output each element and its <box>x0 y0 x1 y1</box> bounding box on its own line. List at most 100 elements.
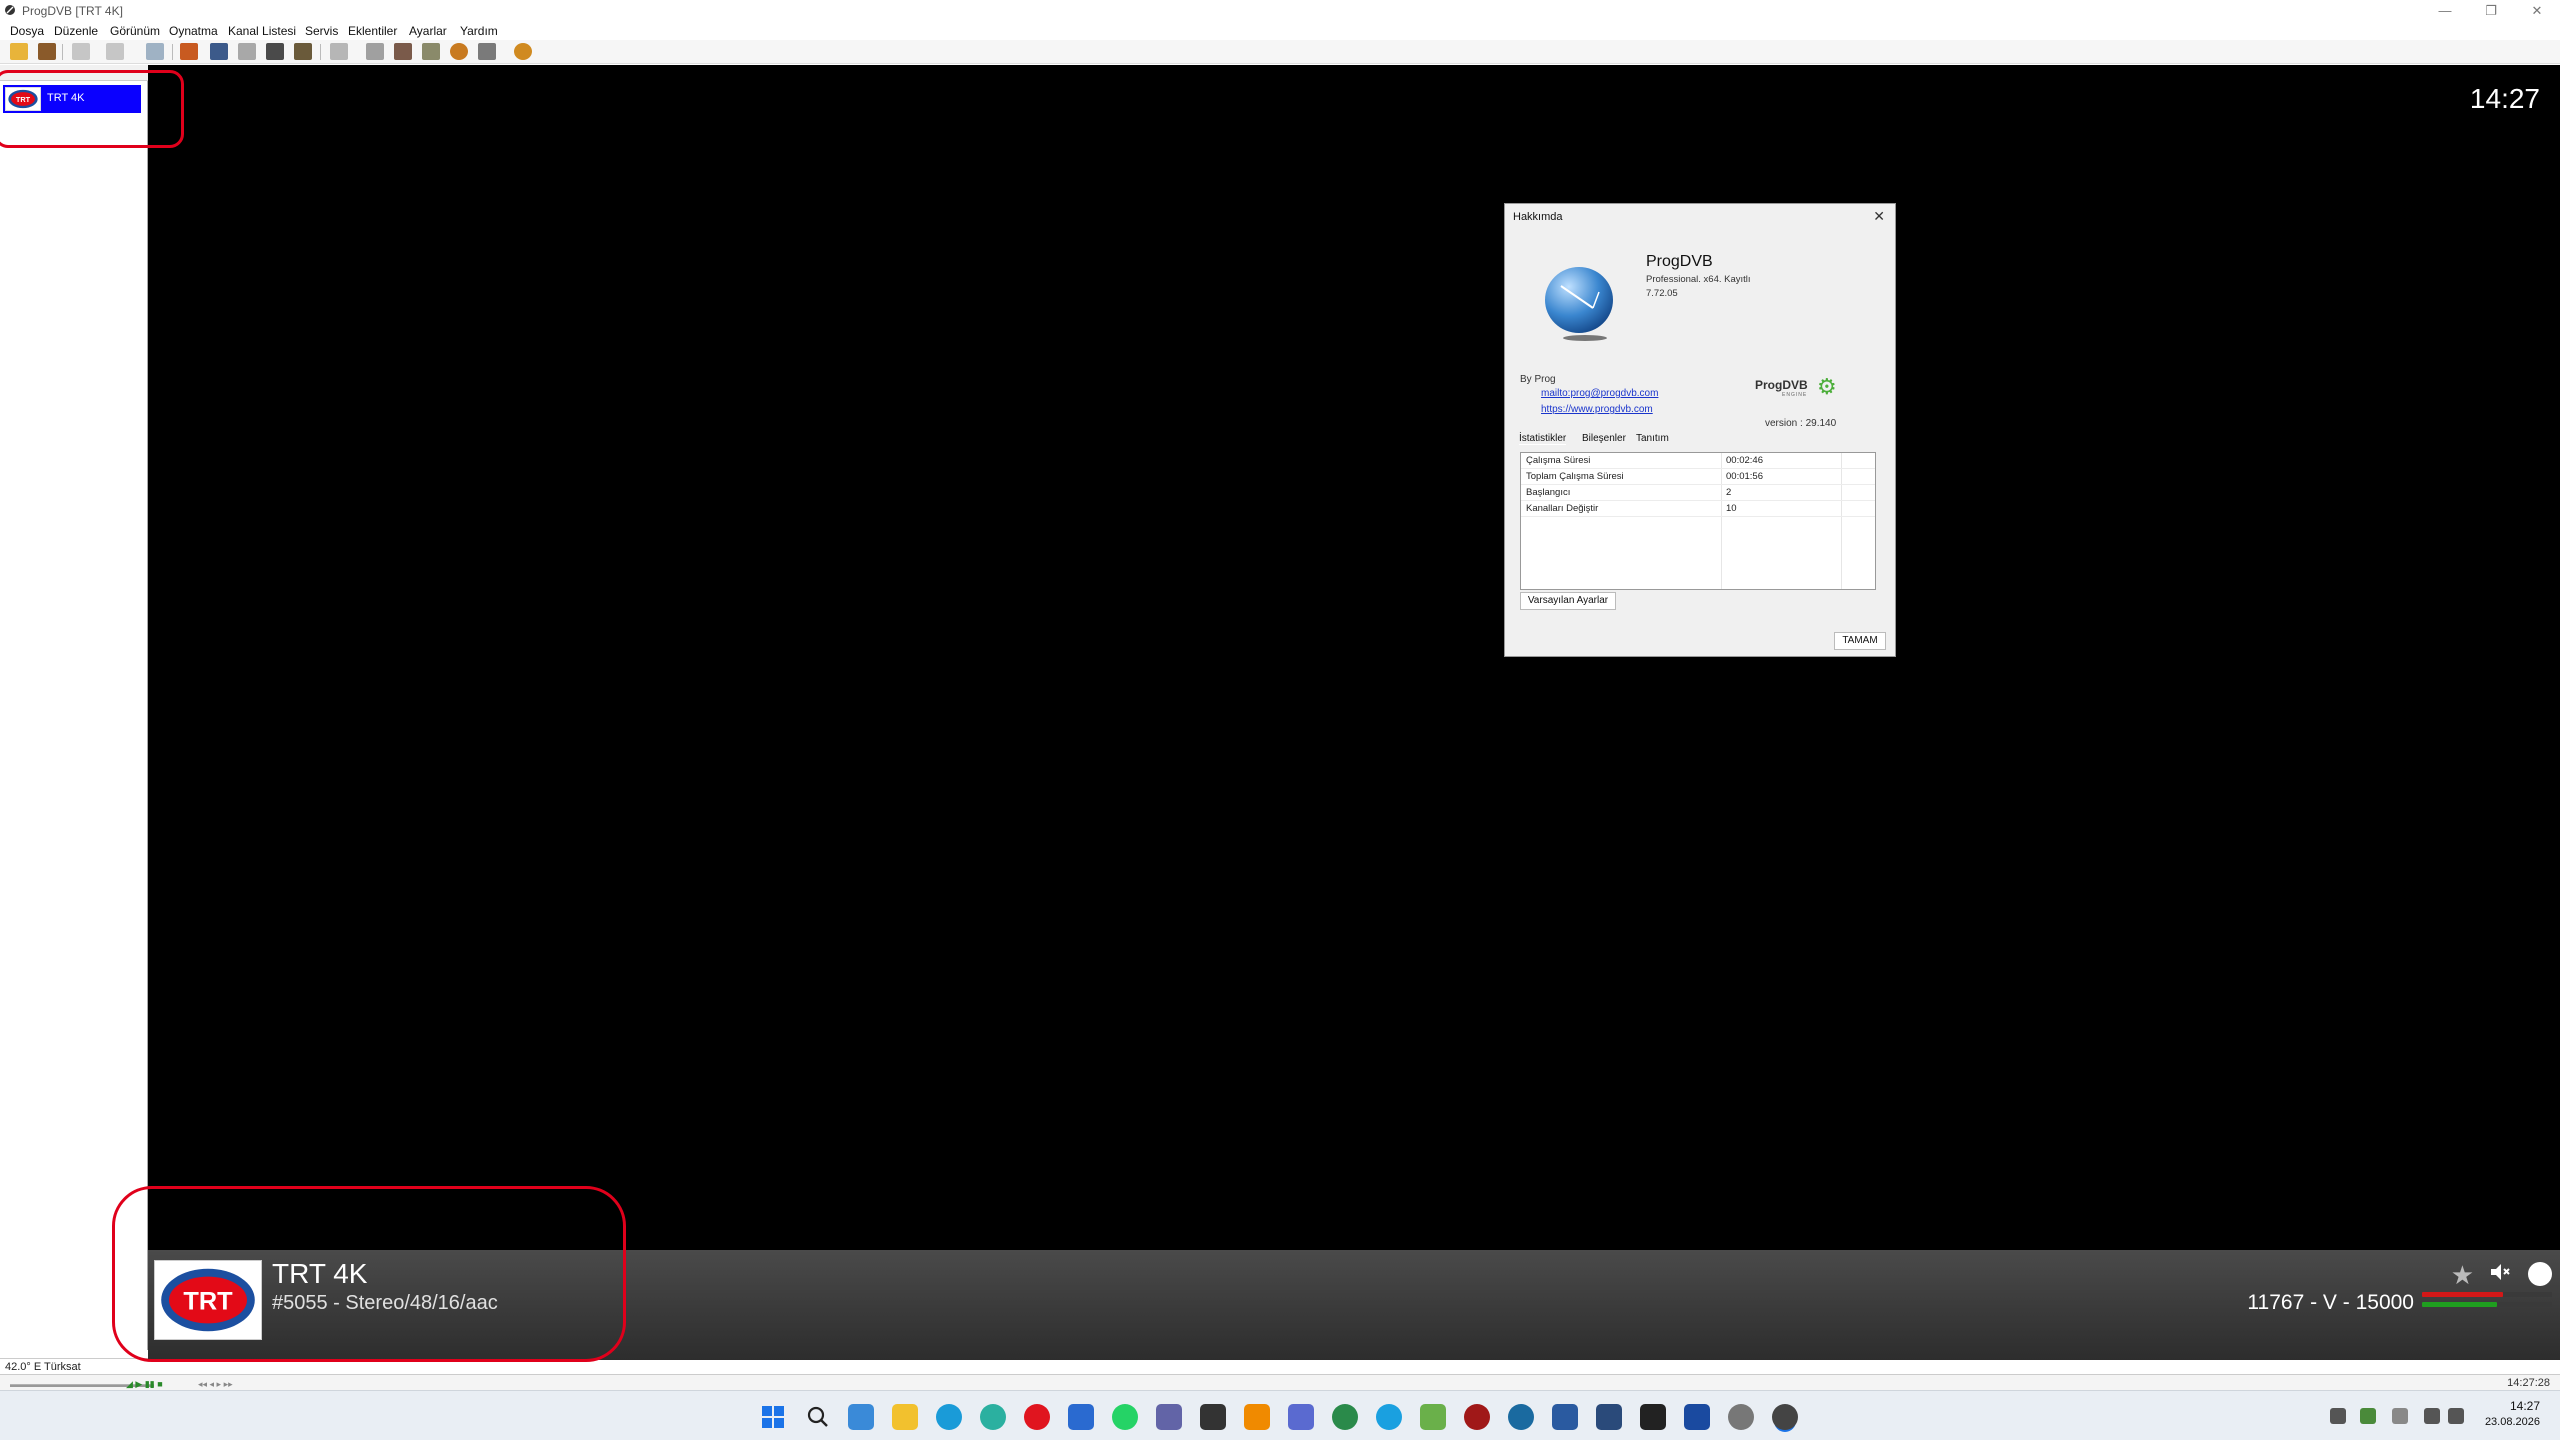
menu-oynatma[interactable]: Oynatma <box>169 24 218 38</box>
menu-duzenle[interactable]: Düzenle <box>54 24 98 38</box>
author-label: By Prog <box>1520 374 1556 385</box>
menu-dosya[interactable]: Dosya <box>10 24 44 38</box>
reset-defaults-button[interactable]: Varsayılan Ayarlar <box>1520 592 1616 610</box>
signal-level-meter <box>2422 1292 2552 1312</box>
app-icon[interactable] <box>1288 1404 1314 1430</box>
stat-key: Çalışma Süresi <box>1526 455 1591 466</box>
osd-frequency: 11767 - V - 15000 <box>2247 1291 2414 1314</box>
video-area[interactable]: 14:27 <box>148 65 2560 1355</box>
trt-logo-icon: TRT <box>5 87 41 111</box>
progdvb-app-icon <box>5 5 15 15</box>
menu-ayarlar[interactable]: Ayarlar <box>409 24 447 38</box>
engine-logo-name: ProgDVB <box>1755 378 1808 392</box>
menu-servis[interactable]: Servis <box>305 24 338 38</box>
tv-icon[interactable] <box>180 43 198 60</box>
toolbar-separator <box>172 44 173 60</box>
website-link[interactable]: https://www.progdvb.com <box>1541 404 1653 415</box>
app-star-icon[interactable] <box>1552 1404 1578 1430</box>
restore-button[interactable]: ❐ <box>2468 0 2514 22</box>
playback-controls-icon[interactable]: ◢ ▶ ▮▮ ■ <box>126 1379 163 1390</box>
browser-icon[interactable] <box>1376 1404 1402 1430</box>
statusbar-clock: 14:27:28 <box>2507 1377 2550 1389</box>
search-icon[interactable] <box>146 43 164 60</box>
disc-icon[interactable] <box>450 43 468 60</box>
screen-icon[interactable] <box>266 43 284 60</box>
minimize-button[interactable]: — <box>2422 0 2468 22</box>
store-icon[interactable] <box>1684 1404 1710 1430</box>
table-row: Başlangıcı 2 <box>1521 485 1875 501</box>
open-icon[interactable] <box>10 43 28 60</box>
system-date[interactable]: 23.08.2026 <box>2485 1416 2540 1428</box>
mail-icon[interactable] <box>1068 1404 1094 1430</box>
quality-bar <box>2422 1302 2498 1307</box>
favorite-star-icon[interactable]: ★ <box>2451 1260 2474 1291</box>
menu-kanal-listesi[interactable]: Kanal Listesi <box>228 24 296 38</box>
tab-bilesenler[interactable]: Bileşenler <box>1582 433 1626 444</box>
tray-usb-icon[interactable] <box>2392 1408 2408 1424</box>
stat-key: Başlangıcı <box>1526 487 1571 498</box>
engine-version: version : 29.140 <box>1765 418 1837 429</box>
scan-icon[interactable] <box>422 43 440 60</box>
clapper-icon[interactable] <box>1200 1404 1226 1430</box>
windows-start-icon[interactable] <box>760 1404 786 1430</box>
status-bar: ▬▬▬▬▬▬▬▬▬▬▬▬▬▬▬▬ ◢ ▶ ▮▮ ■ ◂◂ ◂ ▸ ▸▸ 14:2… <box>0 1374 2560 1390</box>
monitor-icon[interactable] <box>210 43 228 60</box>
stat-key: Kanalları Değiştir <box>1526 503 1599 514</box>
plug-icon[interactable] <box>366 43 384 60</box>
edge-beta-icon[interactable] <box>980 1404 1006 1430</box>
grid-icon[interactable] <box>294 43 312 60</box>
toolbar-separator <box>62 44 63 60</box>
settings-gear-icon[interactable] <box>514 43 532 60</box>
record-icon[interactable] <box>38 43 56 60</box>
system-time[interactable]: 14:27 <box>2510 1399 2540 1413</box>
file-explorer-icon[interactable] <box>892 1404 918 1430</box>
tray-chat-icon[interactable] <box>2330 1408 2346 1424</box>
tray-app-icon[interactable] <box>2360 1408 2376 1424</box>
record-app-icon[interactable] <box>1464 1404 1490 1430</box>
seek-controls-icon[interactable]: ◂◂ ◂ ▸ ▸▸ <box>198 1379 233 1390</box>
settings-app-icon[interactable] <box>1596 1404 1622 1430</box>
whatsapp-icon[interactable] <box>1112 1404 1138 1430</box>
steam-icon[interactable] <box>1508 1404 1534 1430</box>
network-icon[interactable] <box>2424 1408 2440 1424</box>
tab-tanitim[interactable]: Tanıtım <box>1636 433 1669 444</box>
table-row: Toplam Çalışma Süresi 00:01:56 <box>1521 469 1875 485</box>
volume-icon[interactable] <box>2448 1408 2464 1424</box>
display-icon[interactable] <box>238 43 256 60</box>
mute-speaker-icon[interactable] <box>2488 1260 2512 1284</box>
stat-key: Toplam Çalışma Süresi <box>1526 471 1624 482</box>
vlc-icon[interactable] <box>1244 1404 1270 1430</box>
back-icon[interactable] <box>72 43 90 60</box>
tab-istatistikler[interactable]: İstatistikler <box>1519 433 1567 445</box>
title-bar: ProgDVB [TRT 4K] — ❐ ✕ <box>0 0 2560 22</box>
volume-knob[interactable] <box>2528 1262 2552 1286</box>
app-name: ProgDVB <box>1646 253 1713 270</box>
teams-icon[interactable] <box>1156 1404 1182 1430</box>
link-icon[interactable] <box>330 43 348 60</box>
earth-icon[interactable] <box>1332 1404 1358 1430</box>
app-version: 7.72.05 <box>1646 288 1678 299</box>
search-icon[interactable] <box>805 1404 831 1430</box>
widgets-icon[interactable] <box>848 1404 874 1430</box>
stat-value: 10 <box>1726 503 1737 514</box>
settings-icon[interactable] <box>1728 1404 1754 1430</box>
opera-icon[interactable] <box>1024 1404 1050 1430</box>
terminal-icon[interactable] <box>1640 1404 1666 1430</box>
ok-button[interactable]: TAMAM <box>1834 632 1886 650</box>
taskbar: 14:27 23.08.2026 <box>0 1390 2560 1440</box>
channel-item-trt-4k[interactable]: TRT TRT 4K <box>3 85 141 113</box>
email-link[interactable]: mailto:prog@progdvb.com <box>1541 388 1658 399</box>
menu-eklentiler[interactable]: Eklentiler <box>348 24 397 38</box>
menu-gorunum[interactable]: Görünüm <box>110 24 160 38</box>
progdvb-icon[interactable] <box>1772 1404 1798 1430</box>
stat-value: 00:01:56 <box>1726 471 1763 482</box>
dialog-close-icon[interactable]: ✕ <box>1873 208 1885 225</box>
epg-icon[interactable] <box>478 43 496 60</box>
menu-yardim[interactable]: Yardım <box>460 24 498 38</box>
edge-icon[interactable] <box>936 1404 962 1430</box>
close-button[interactable]: ✕ <box>2514 0 2560 22</box>
forward-icon[interactable] <box>106 43 124 60</box>
menu-bar: Dosya Düzenle Görünüm Oynatma Kanal List… <box>0 22 2560 40</box>
photos-icon[interactable] <box>1420 1404 1446 1430</box>
satellite-icon[interactable] <box>394 43 412 60</box>
